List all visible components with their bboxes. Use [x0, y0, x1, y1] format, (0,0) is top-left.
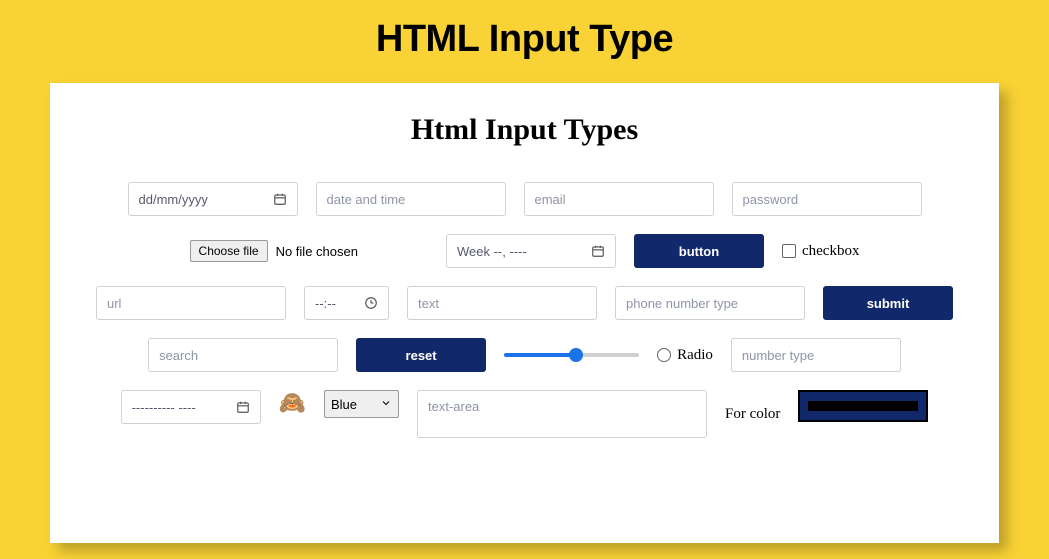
no-file-label: No file chosen	[276, 244, 358, 259]
submit-label: submit	[867, 296, 910, 311]
email-input[interactable]: email	[524, 182, 714, 216]
number-input[interactable]: number type	[731, 338, 901, 372]
form-card: Html Input Types dd/mm/yyyy date and tim…	[50, 83, 999, 543]
row-3: url --:-- text phone number type submit	[70, 286, 979, 320]
row-4: search reset Radio number type	[70, 338, 979, 372]
row-5: ---------- ---- 🙈 Blue text-area For col…	[70, 390, 979, 438]
tel-placeholder: phone number type	[626, 296, 738, 311]
number-placeholder: number type	[742, 348, 814, 363]
search-placeholder: search	[159, 348, 198, 363]
calendar-icon	[591, 244, 605, 258]
datetime-input[interactable]: date and time	[316, 182, 506, 216]
file-input-wrap: Choose file No file chosen	[190, 240, 358, 262]
text-input[interactable]: text	[407, 286, 597, 320]
radio-wrap: Radio	[657, 347, 713, 364]
color-input[interactable]	[798, 390, 928, 422]
row-1: dd/mm/yyyy date and time email password	[70, 182, 979, 216]
week-value: Week --, ----	[457, 244, 527, 259]
select-input[interactable]: Blue	[324, 390, 399, 418]
time-value: --:--	[315, 296, 336, 311]
month-value: ---------- ----	[132, 400, 196, 415]
datetime-placeholder: date and time	[327, 192, 406, 207]
calendar-icon	[273, 192, 287, 206]
date-input[interactable]: dd/mm/yyyy	[128, 182, 298, 216]
checkbox-input[interactable]	[782, 244, 796, 258]
select-value: Blue	[331, 397, 357, 412]
calendar-icon	[236, 400, 250, 414]
clock-icon	[364, 296, 378, 310]
month-input[interactable]: ---------- ----	[121, 390, 261, 424]
time-input[interactable]: --:--	[304, 286, 389, 320]
image-input[interactable]: 🙈	[279, 390, 306, 416]
button-label: button	[679, 244, 719, 259]
password-placeholder: password	[743, 192, 799, 207]
reset-label: reset	[406, 348, 437, 363]
slider-thumb	[569, 348, 583, 362]
radio-label: Radio	[677, 347, 713, 364]
url-placeholder: url	[107, 296, 121, 311]
text-placeholder: text	[418, 296, 439, 311]
textarea-placeholder: text-area	[428, 399, 479, 414]
week-input[interactable]: Week --, ----	[446, 234, 616, 268]
row-2: Choose file No file chosen Week --, ----…	[70, 234, 979, 268]
url-input[interactable]: url	[96, 286, 286, 320]
textarea-input[interactable]: text-area	[417, 390, 707, 438]
page-title: HTML Input Type	[0, 0, 1049, 83]
radio-input[interactable]	[657, 348, 671, 362]
slider-fill	[504, 353, 572, 357]
tel-input[interactable]: phone number type	[615, 286, 805, 320]
search-input[interactable]: search	[148, 338, 338, 372]
range-input[interactable]	[504, 347, 639, 363]
checkbox-label: checkbox	[802, 243, 859, 260]
button-button[interactable]: button	[634, 234, 764, 268]
color-label: For color	[725, 406, 780, 423]
date-value: dd/mm/yyyy	[139, 192, 208, 207]
choose-file-button[interactable]: Choose file	[190, 240, 268, 262]
password-input[interactable]: password	[732, 182, 922, 216]
card-title: Html Input Types	[70, 113, 979, 147]
checkbox-wrap: checkbox	[782, 243, 859, 260]
submit-button[interactable]: submit	[823, 286, 953, 320]
chevron-down-icon	[380, 397, 392, 412]
color-swatch-inner	[808, 401, 918, 411]
email-placeholder: email	[535, 192, 566, 207]
reset-button[interactable]: reset	[356, 338, 486, 372]
